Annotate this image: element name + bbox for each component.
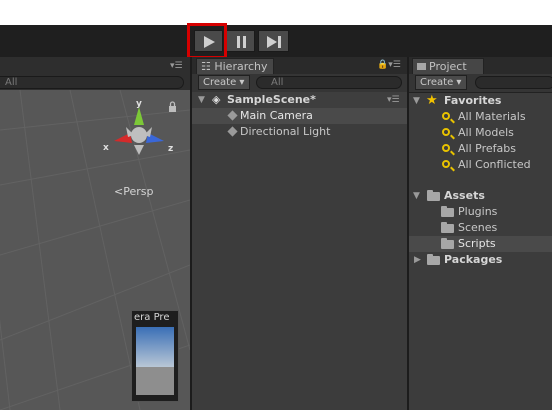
gameobject-cube-icon bbox=[227, 126, 238, 137]
scene-menu-icon[interactable]: ▾☰ bbox=[387, 92, 400, 108]
pause-icon bbox=[237, 36, 246, 48]
search-icon bbox=[442, 112, 450, 120]
folder-icon bbox=[441, 238, 454, 249]
expand-arrow-icon[interactable]: ▼ bbox=[413, 93, 420, 109]
collapse-arrow-icon[interactable]: ▶ bbox=[414, 252, 421, 268]
project-toolbar: Create ▾ bbox=[409, 74, 552, 93]
scene-view[interactable]: ▾☰ All y x z <Persp era Pre bbox=[0, 57, 190, 410]
hierarchy-search-input[interactable]: All bbox=[256, 76, 402, 89]
hierarchy-create-button[interactable]: Create ▾ bbox=[198, 75, 250, 90]
folder-icon bbox=[441, 222, 454, 233]
persp-label: Persp bbox=[123, 185, 154, 198]
project-tabstrip: Project bbox=[409, 57, 552, 74]
hierarchy-panel: ☷ Hierarchy 🔒▾☰ Create ▾ All ▼ ◈ SampleS… bbox=[192, 57, 407, 410]
favorite-item[interactable]: All Conflicted bbox=[409, 157, 552, 173]
folder-icon bbox=[417, 63, 426, 70]
asset-folder-scripts[interactable]: Scripts bbox=[409, 236, 552, 252]
asset-folder-plugins[interactable]: Plugins bbox=[409, 204, 552, 220]
pause-button[interactable] bbox=[226, 30, 255, 52]
project-panel: Project Create ▾ ▼ ★ Favorites All Mater… bbox=[409, 57, 552, 410]
scene-toolbar: ▾☰ All bbox=[0, 57, 190, 90]
star-icon: ★ bbox=[426, 93, 438, 108]
favorite-item[interactable]: All Models bbox=[409, 125, 552, 141]
folder-icon bbox=[427, 254, 440, 265]
tab-hierarchy[interactable]: ☷ Hierarchy bbox=[196, 58, 274, 74]
camera-preview-sky bbox=[136, 327, 174, 367]
gameobject-cube-icon bbox=[227, 110, 238, 121]
hierarchy-lock-menu-icon[interactable]: 🔒▾☰ bbox=[377, 60, 401, 70]
favorite-item[interactable]: All Materials bbox=[409, 109, 552, 125]
scene-search-input[interactable]: All bbox=[0, 76, 184, 89]
play-toolbar bbox=[0, 25, 552, 57]
search-icon bbox=[442, 144, 450, 152]
favorites-row[interactable]: ▼ ★ Favorites bbox=[409, 93, 552, 109]
persp-toggle[interactable]: <Persp bbox=[114, 185, 153, 198]
asset-folder-scenes[interactable]: Scenes bbox=[409, 220, 552, 236]
camera-preview-title: era Pre bbox=[134, 312, 170, 323]
search-icon bbox=[442, 160, 450, 168]
folder-icon bbox=[441, 206, 454, 217]
packages-row[interactable]: ▶ Packages bbox=[409, 252, 552, 268]
window-top-bar bbox=[0, 0, 552, 25]
step-button[interactable] bbox=[258, 30, 289, 52]
hierarchy-toolbar: Create ▾ All bbox=[192, 74, 407, 93]
scene-row[interactable]: ▼ ◈ SampleScene* ▾☰ bbox=[192, 92, 407, 108]
hierarchy-item-directional-light[interactable]: Directional Light bbox=[192, 124, 407, 140]
favorite-item[interactable]: All Prefabs bbox=[409, 141, 552, 157]
scene-gizmo[interactable]: y x z bbox=[100, 97, 180, 167]
search-icon bbox=[442, 128, 450, 136]
project-create-button[interactable]: Create ▾ bbox=[415, 75, 467, 90]
gizmo-z-label: z bbox=[168, 144, 173, 154]
camera-preview: era Pre bbox=[131, 310, 179, 402]
scene-menu-icon[interactable]: ▾☰ bbox=[170, 61, 183, 71]
expand-arrow-icon[interactable]: ▼ bbox=[198, 92, 205, 108]
gizmo-y-label: y bbox=[136, 99, 142, 109]
folder-icon bbox=[427, 190, 440, 201]
step-icon bbox=[267, 36, 281, 48]
project-search-input[interactable] bbox=[475, 76, 552, 89]
play-button-highlight bbox=[187, 23, 227, 59]
hierarchy-tabstrip: ☷ Hierarchy 🔒▾☰ bbox=[192, 57, 407, 74]
camera-preview-ground bbox=[136, 367, 174, 395]
expand-arrow-icon[interactable]: ▼ bbox=[413, 188, 420, 204]
tab-project[interactable]: Project bbox=[412, 58, 484, 74]
unity-logo-icon: ◈ bbox=[212, 93, 221, 106]
gizmo-x-label: x bbox=[103, 143, 109, 153]
hierarchy-item-main-camera[interactable]: Main Camera bbox=[192, 108, 407, 124]
assets-row[interactable]: ▼ Assets bbox=[409, 188, 552, 204]
